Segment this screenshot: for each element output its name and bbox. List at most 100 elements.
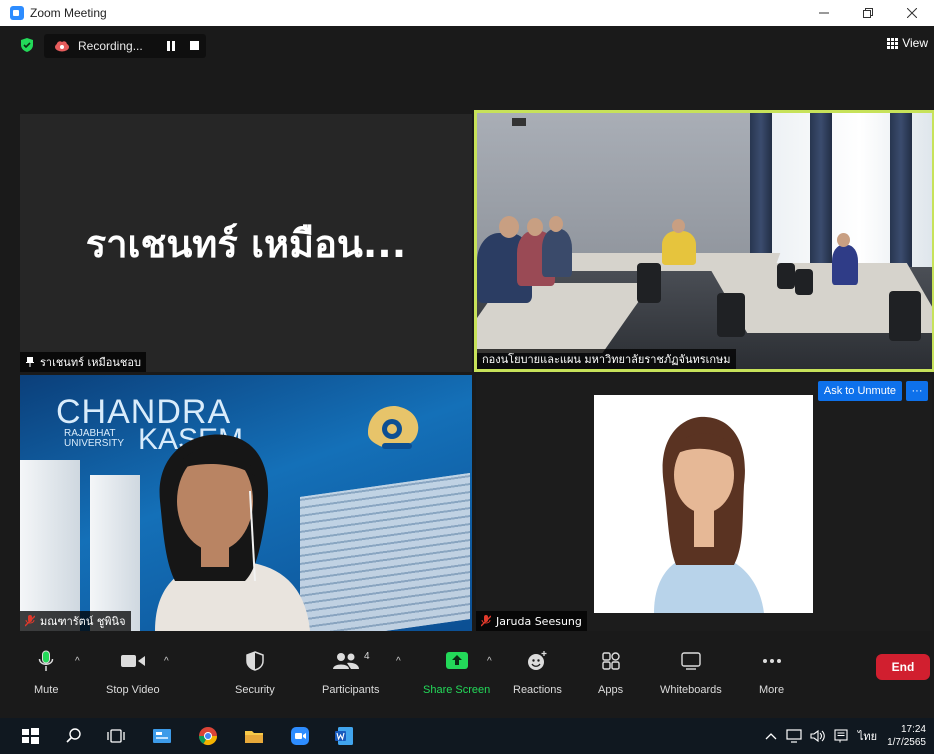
video-tile-1[interactable]: ราเชนทร์ เหมือน... ราเชนทร์ เหมือนชอบ	[20, 114, 472, 372]
search-icon[interactable]	[64, 726, 84, 746]
taskbar-clock[interactable]: 17:24 1/7/2565	[887, 723, 926, 749]
notifications-icon[interactable]	[834, 729, 848, 743]
reactions-emoji-icon	[528, 651, 547, 670]
security-button[interactable]: Security	[235, 648, 275, 696]
attendee-head	[672, 219, 685, 233]
security-label: Security	[235, 684, 275, 696]
share-options-caret-icon[interactable]: ^	[487, 656, 492, 667]
file-explorer-icon[interactable]	[244, 726, 264, 746]
reactions-label: Reactions	[513, 684, 562, 696]
share-screen-label: Share Screen	[423, 684, 491, 696]
windows-taskbar: ไทย 17:24 1/7/2565	[0, 718, 934, 754]
window-controls	[802, 0, 934, 26]
show-hidden-icons-icon[interactable]	[764, 731, 778, 741]
ask-to-unmute-button[interactable]: Ask to Unmute	[817, 381, 902, 401]
meeting-area: Recording... View ราเชนทร์ เหมือน... ราเ…	[0, 26, 934, 718]
meeting-topbar: Recording... View	[0, 26, 934, 62]
control-panel-icon[interactable]	[152, 726, 172, 746]
grid-view-icon	[887, 37, 899, 49]
minimize-icon	[819, 12, 829, 14]
restore-icon	[863, 8, 873, 18]
windows-start-icon[interactable]	[20, 726, 40, 746]
participant-name-tag: มณฑารัตน์ ชูพินิจ	[20, 611, 131, 631]
video-tile-2-active-speaker[interactable]: กองนโยบายและแผน มหาวิทยาลัยราชภัฏจันทรเก…	[474, 110, 934, 372]
microphone-muted-icon	[481, 615, 491, 627]
tb-icon-wrap	[445, 648, 468, 674]
tb-icon-wrap	[38, 648, 54, 674]
cloud-record-icon	[55, 41, 69, 52]
attendee	[662, 231, 696, 265]
participant-video-portrait	[594, 395, 813, 613]
network-icon[interactable]	[786, 729, 802, 743]
gate-tower	[20, 460, 80, 631]
encryption-shield-icon[interactable]	[20, 38, 34, 52]
apps-icon	[601, 652, 620, 670]
video-options-caret-icon[interactable]: ^	[164, 656, 169, 667]
apps-button[interactable]: Apps	[598, 648, 623, 696]
attendee-head	[837, 233, 850, 247]
mute-label: Mute	[34, 684, 59, 696]
share-screen-button[interactable]: Share Screen	[423, 648, 490, 696]
participant-name-tag: กองนโยบายและแผน มหาวิทยาลัยราชภัฏจันทรเก…	[477, 349, 736, 369]
apps-label: Apps	[598, 684, 624, 696]
tb-icon-wrap	[762, 648, 782, 674]
stop-video-label: Stop Video	[106, 684, 160, 696]
participant-name: กองนโยบายและแผน มหาวิทยาลัยราชภัฏจันทรเก…	[482, 353, 731, 366]
attendee-head	[499, 216, 519, 238]
video-tile-4[interactable]: Ask to Unmute ··· Jaruda Seesung	[476, 375, 932, 631]
chrome-icon[interactable]	[198, 726, 218, 746]
participants-button[interactable]: 4 Participants	[322, 648, 380, 697]
chair	[777, 263, 795, 289]
share-screen-icon	[445, 652, 468, 669]
stop-video-button[interactable]: Stop Video	[106, 648, 160, 696]
tb-icon-wrap	[601, 648, 621, 674]
window-titlebar: Zoom Meeting	[0, 0, 934, 26]
reactions-button[interactable]: Reactions	[513, 648, 562, 696]
participant-display-name: ราเชนทร์ เหมือน...	[85, 221, 407, 266]
participants-icon	[332, 653, 359, 669]
minimize-button[interactable]	[802, 0, 846, 26]
recording-label: Recording...	[78, 39, 143, 53]
task-view-icon[interactable]	[106, 726, 126, 746]
participants-label: Participants	[322, 684, 380, 696]
attendee-head	[549, 216, 563, 232]
mute-button[interactable]: Mute	[34, 648, 58, 696]
recording-indicator: Recording...	[44, 34, 206, 58]
microphone-icon	[38, 650, 54, 671]
restore-button[interactable]	[846, 0, 890, 26]
participants-options-caret-icon[interactable]: ^	[396, 656, 401, 667]
zoom-taskbar-icon[interactable]	[290, 726, 310, 746]
volume-icon[interactable]	[810, 729, 826, 743]
pin-icon	[26, 357, 34, 367]
zoom-app-icon	[10, 6, 24, 20]
chair	[795, 269, 813, 295]
more-button[interactable]: More	[759, 648, 784, 696]
attendee	[832, 245, 858, 285]
tb-icon-wrap	[680, 648, 702, 674]
view-button[interactable]: View	[887, 36, 928, 50]
participants-count: 4	[363, 650, 370, 662]
more-label: More	[759, 684, 785, 696]
chair	[637, 263, 661, 303]
close-button[interactable]	[890, 0, 934, 26]
clock-date: 1/7/2565	[887, 737, 926, 748]
whiteboards-label: Whiteboards	[660, 684, 722, 696]
system-tray: ไทย 17:24 1/7/2565	[764, 718, 934, 754]
video-tile-3[interactable]: CHANDRA RAJABHAT UNIVERSITY KASEM มณฑารั…	[20, 375, 472, 631]
word-icon[interactable]	[334, 726, 354, 746]
attendee-head	[527, 218, 543, 236]
pause-recording-icon[interactable]	[166, 41, 176, 51]
participant-name: Jaruda Seesung	[496, 614, 582, 628]
audio-options-caret-icon[interactable]: ^	[75, 656, 80, 667]
whiteboards-button[interactable]: Whiteboards	[660, 648, 722, 696]
stop-recording-icon[interactable]	[190, 41, 199, 50]
microphone-muted-icon	[25, 615, 35, 627]
input-language-indicator[interactable]: ไทย	[858, 727, 877, 745]
ceiling-fixture	[512, 118, 526, 126]
tile-more-options-button[interactable]: ···	[906, 381, 928, 401]
window-title: Zoom Meeting	[30, 6, 107, 20]
end-meeting-button[interactable]: End	[876, 654, 930, 680]
view-label: View	[902, 36, 928, 50]
portrait-person	[654, 416, 764, 613]
chair	[717, 293, 745, 337]
